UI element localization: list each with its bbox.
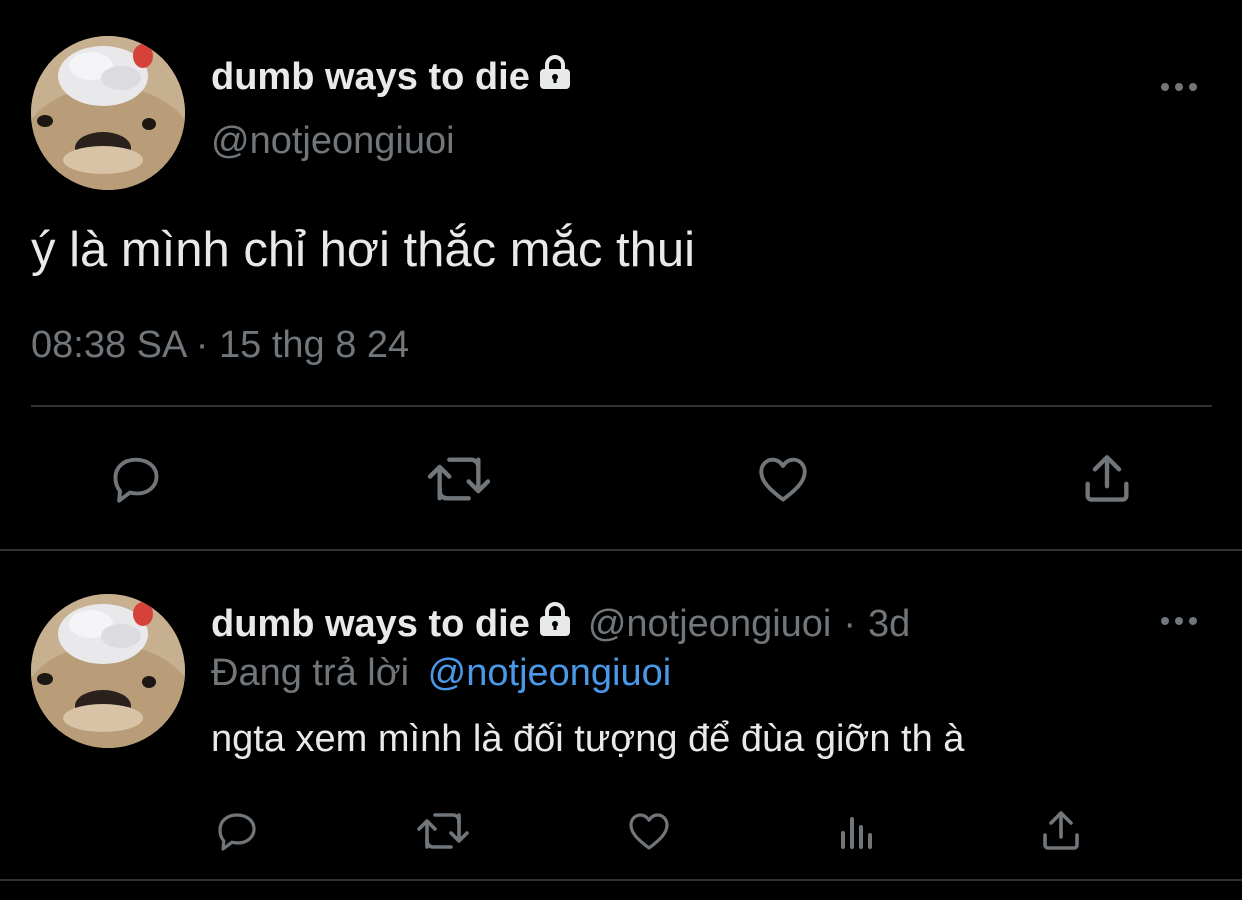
share-icon xyxy=(1085,455,1129,502)
reply-icon xyxy=(218,813,256,851)
retweet-icon xyxy=(427,457,491,501)
handle[interactable]: @notjeongiuoi xyxy=(588,603,832,646)
share-button[interactable] xyxy=(1036,806,1086,856)
like-icon xyxy=(759,457,807,502)
tweet-age[interactable]: 3d xyxy=(868,603,910,646)
reply-button[interactable] xyxy=(105,448,167,510)
handle[interactable]: @notjeongiuoi xyxy=(211,120,455,163)
lock-icon xyxy=(536,601,574,647)
tweet-text: ngta xem mình là đối tượng để đùa giỡn t… xyxy=(211,718,965,760)
avatar[interactable] xyxy=(31,36,185,190)
avatar-image xyxy=(31,594,185,748)
share-button[interactable] xyxy=(1076,448,1138,510)
divider xyxy=(0,879,1242,881)
reply-header: dumb ways to die @notjeongiuoi · 3d xyxy=(211,601,910,647)
retweet-icon xyxy=(417,813,469,849)
avatar[interactable] xyxy=(31,594,185,748)
tweet-text: ý là mình chỉ hơi thắc mắc thui xyxy=(31,223,695,277)
retweet-button[interactable] xyxy=(413,806,473,856)
more-options-icon[interactable] xyxy=(1160,614,1200,628)
display-name-text[interactable]: dumb ways to die xyxy=(211,603,530,646)
more-options-icon[interactable] xyxy=(1160,80,1200,94)
avatar-image xyxy=(31,36,185,190)
divider xyxy=(0,549,1242,551)
reply-icon xyxy=(113,457,159,503)
tweet-timestamp[interactable]: 08:38 SA · 15 thg 8 24 xyxy=(31,324,409,367)
display-name-text: dumb ways to die xyxy=(211,55,530,98)
share-icon xyxy=(1043,811,1079,850)
lock-icon xyxy=(536,54,574,100)
like-button[interactable] xyxy=(624,806,674,856)
retweet-button[interactable] xyxy=(424,448,494,510)
views-button[interactable] xyxy=(832,806,882,856)
replying-to-prefix: Đang trả lời xyxy=(211,652,410,694)
like-button[interactable] xyxy=(752,448,814,510)
replying-to-handle[interactable]: @notjeongiuoi xyxy=(428,652,672,694)
separator-dot: · xyxy=(843,602,857,645)
views-icon xyxy=(841,817,872,849)
divider xyxy=(31,405,1212,407)
display-name[interactable]: dumb ways to die xyxy=(211,54,574,100)
replying-to: Đang trả lời @notjeongiuoi xyxy=(211,652,671,695)
like-icon xyxy=(629,813,669,850)
reply-button[interactable] xyxy=(212,806,262,856)
